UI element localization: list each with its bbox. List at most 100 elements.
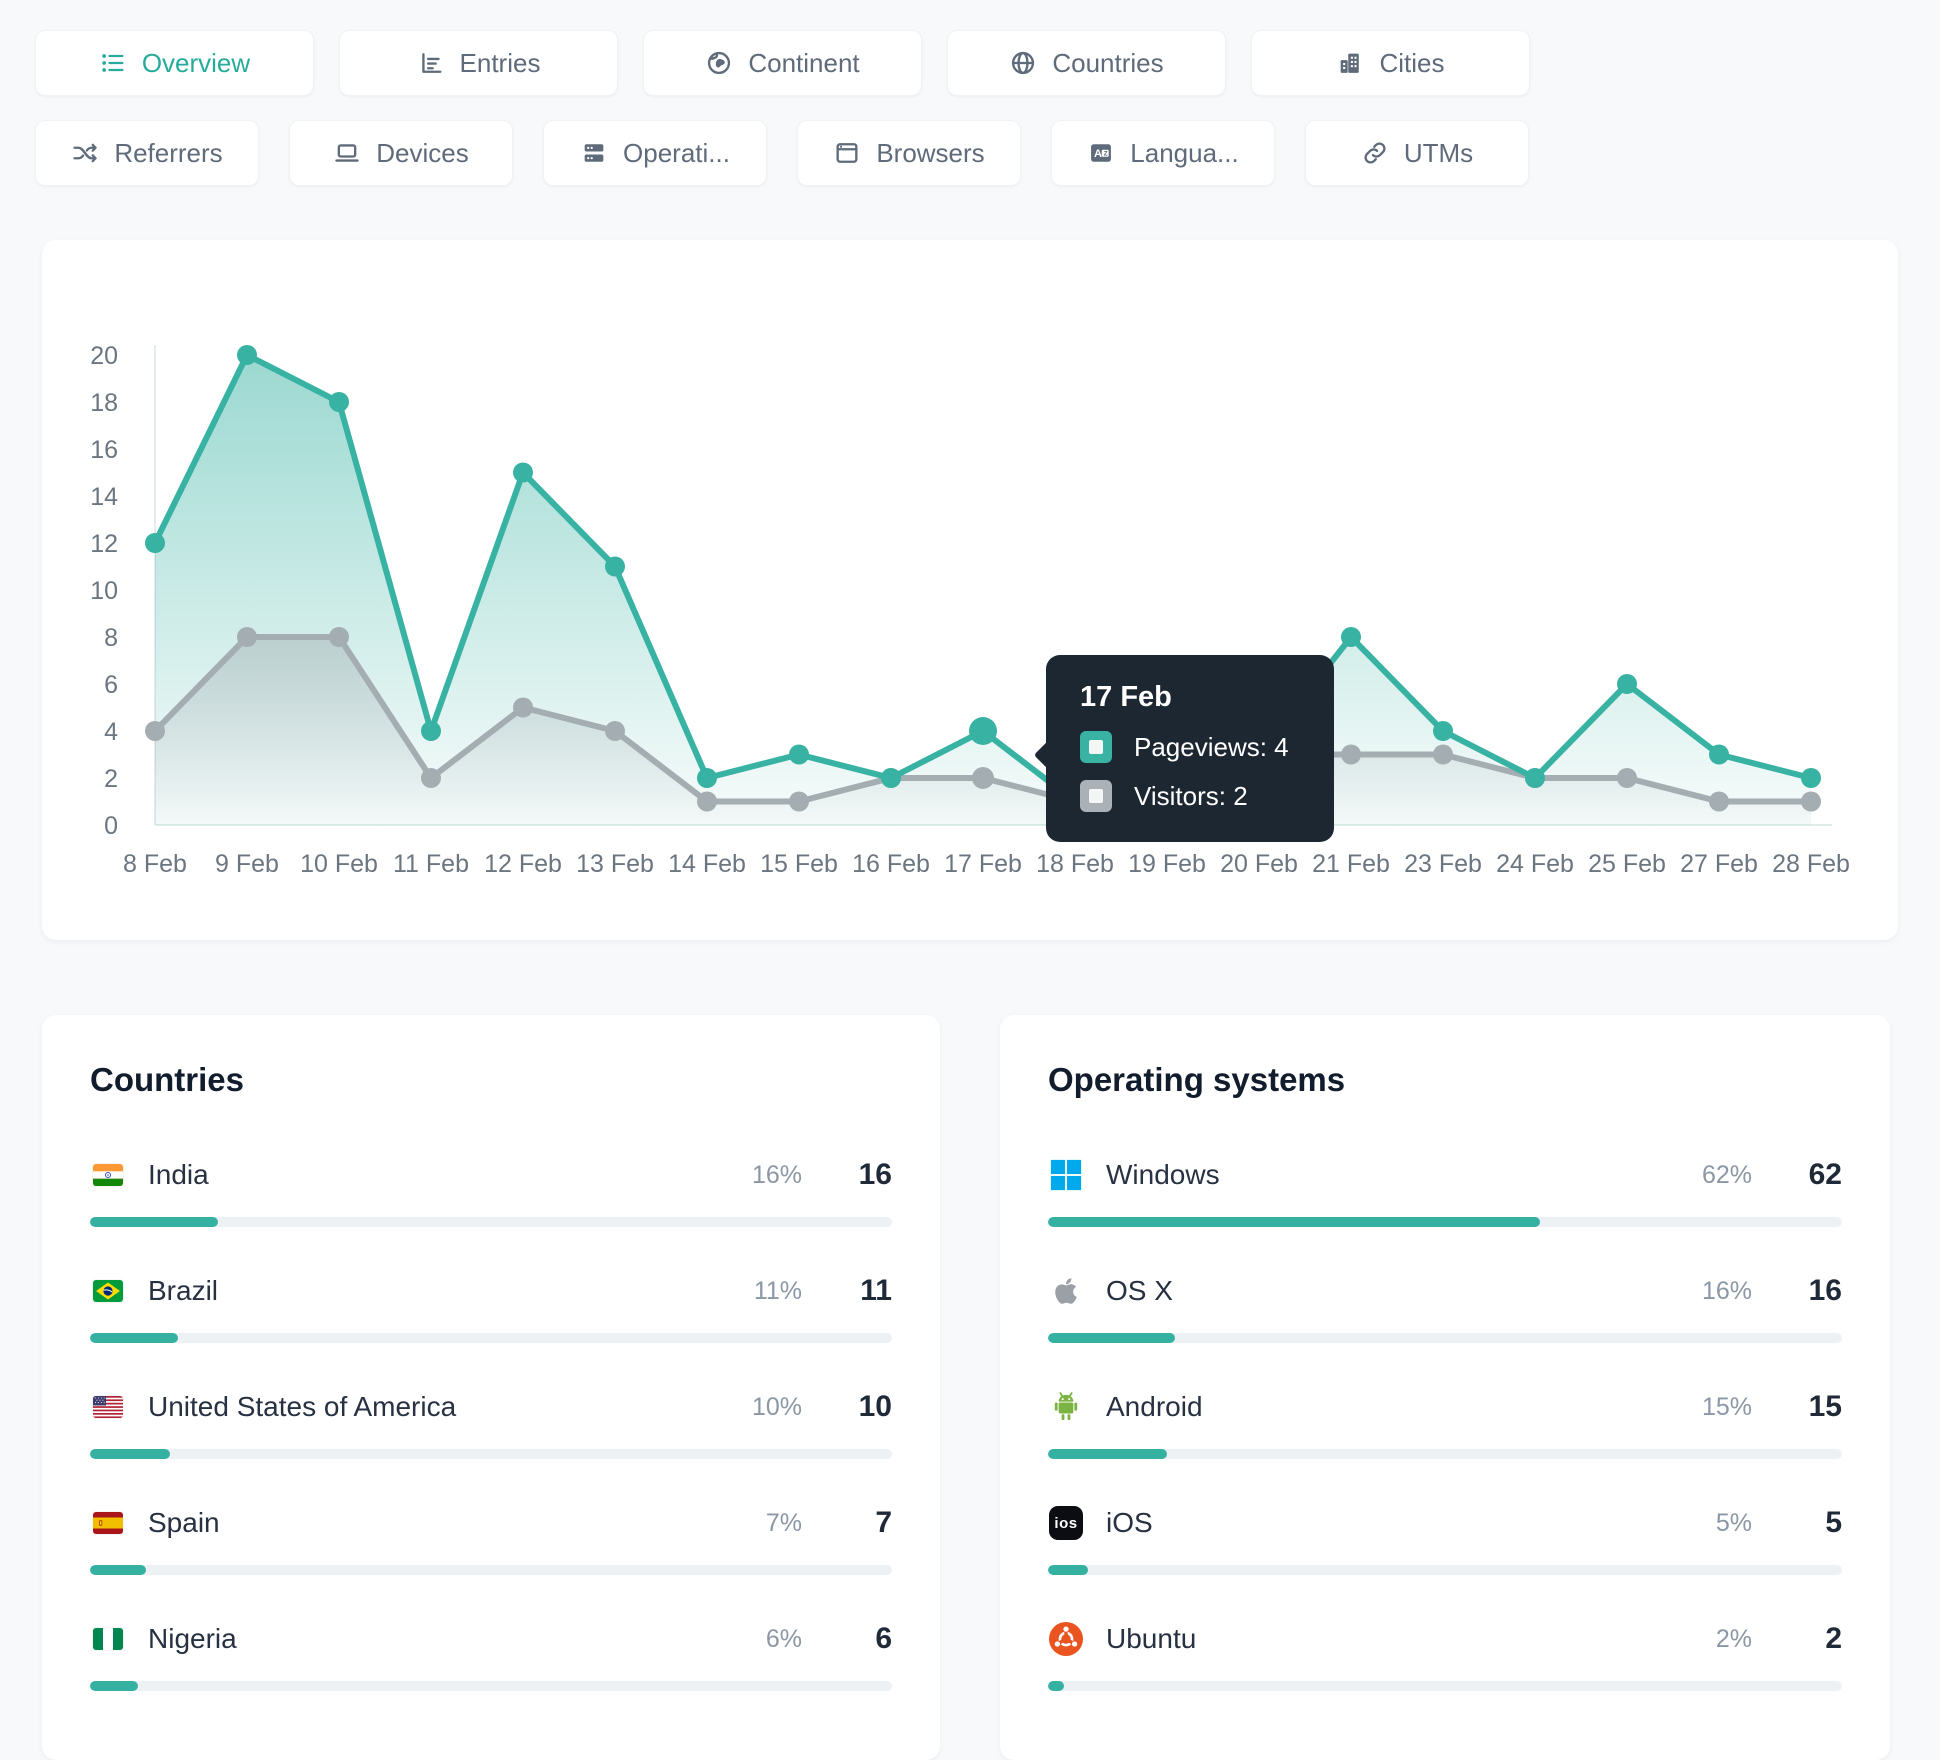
earth-icon (705, 49, 733, 77)
chart-card: 0 2 4 6 8 10 12 14 16 18 20 8 Feb 9 Feb 10 Feb 11 Feb 1… (42, 240, 1898, 940)
chart-point-visitors[interactable] (237, 627, 257, 647)
country-row-nigeria[interactable]: Nigeria 6% 6 (90, 1619, 892, 1691)
os-row-os-x[interactable]: OS X 16% 16 (1048, 1271, 1842, 1343)
tab-label: Entries (459, 47, 541, 78)
country-name: Spain (148, 1507, 220, 1538)
chart-point-pageviews[interactable] (1709, 744, 1729, 765)
percent-label: 16% (1701, 1276, 1752, 1305)
svg-text:24 Feb: 24 Feb (1496, 850, 1574, 878)
tab-operati[interactable]: Operati... (543, 120, 767, 186)
percent-label: 2% (1715, 1624, 1752, 1653)
os-name: iOS (1106, 1507, 1153, 1538)
tab-utms[interactable]: UTMs (1305, 120, 1529, 186)
chart-point-pageviews[interactable] (605, 556, 625, 577)
progress-bar (1048, 1217, 1842, 1227)
progress-bar (90, 1565, 892, 1575)
chart-point-pageviews[interactable] (1801, 768, 1821, 788)
chart-point-pageviews[interactable] (1065, 791, 1085, 812)
os-row-android[interactable]: Android 15% 15 (1048, 1387, 1842, 1459)
chart-point-visitors[interactable] (513, 697, 533, 718)
chart-point-pageviews[interactable] (421, 721, 441, 741)
svg-text:14 Feb: 14 Feb (668, 850, 746, 878)
country-row-brazil[interactable]: Brazil 11% 11 (90, 1271, 892, 1343)
tab-label: Overview (141, 47, 251, 78)
tab-browsers[interactable]: Browsers (797, 120, 1021, 186)
tab-devices[interactable]: Devices (289, 120, 513, 186)
count-value: 16 (858, 1158, 892, 1191)
chart-point-visitors[interactable] (1617, 768, 1637, 788)
apple-icon (1048, 1274, 1084, 1308)
percent-label: 11% (753, 1276, 802, 1305)
tab-langua[interactable]: A Z Langua... (1051, 120, 1275, 186)
entries-icon (417, 49, 445, 77)
spain-flag-icon (90, 1512, 126, 1534)
country-name: India (148, 1159, 209, 1190)
svg-text:11 Feb: 11 Feb (393, 850, 469, 878)
chart-point-pageviews[interactable] (1617, 674, 1637, 694)
svg-text:15 Feb: 15 Feb (760, 850, 838, 878)
progress-bar (1048, 1333, 1842, 1343)
tab-countries[interactable]: Countries (947, 30, 1226, 96)
brazil-flag-icon (90, 1280, 126, 1302)
chart-point-visitors[interactable] (1433, 744, 1453, 765)
country-row-spain[interactable]: Spain 7% 7 (90, 1503, 892, 1575)
chart-point-pageviews[interactable] (697, 768, 717, 788)
svg-text:2: 2 (104, 765, 118, 793)
chart-point-visitors[interactable] (1801, 791, 1821, 812)
chart-point-visitors[interactable] (421, 768, 441, 788)
svg-text:0: 0 (104, 812, 118, 840)
tab-overview[interactable]: Overview (35, 30, 314, 96)
chart-point-pageviews[interactable] (1249, 744, 1269, 765)
svg-text:8 Feb: 8 Feb (123, 850, 187, 878)
translate-icon: AZ (1087, 139, 1115, 167)
chart-point-pageviews[interactable] (789, 744, 809, 765)
chart-point-visitors[interactable] (329, 627, 349, 647)
chart-point-pageviews[interactable] (969, 717, 997, 745)
chart-point-visitors[interactable] (1709, 791, 1729, 812)
svg-text:20 Feb: 20 Feb (1220, 850, 1298, 878)
chart-point-pageviews[interactable] (329, 392, 349, 412)
chart-point-pageviews[interactable] (237, 345, 257, 365)
country-row-united-states-of-america[interactable]: United States of America 10% 10 (90, 1387, 892, 1459)
chart-point-pageviews[interactable] (1157, 768, 1177, 788)
svg-text:9 Feb: 9 Feb (215, 850, 279, 878)
svg-text:23 Feb: 23 Feb (1404, 850, 1482, 878)
country-name: Brazil (148, 1275, 219, 1306)
os-name: Android (1106, 1391, 1203, 1422)
tab-referrers[interactable]: Referrers (35, 120, 259, 186)
svg-text:10 Feb: 10 Feb (300, 850, 378, 878)
count-value: 6 (875, 1622, 892, 1655)
chart-point-pageviews[interactable] (513, 462, 533, 483)
buildings-icon (1336, 49, 1364, 77)
os-row-ubuntu[interactable]: Ubuntu 2% 2 (1048, 1619, 1842, 1691)
country-name: Nigeria (148, 1623, 237, 1654)
chart-point-visitors[interactable] (1341, 744, 1361, 765)
chart-point-pageviews[interactable] (1525, 768, 1545, 788)
svg-text:16 Feb: 16 Feb (852, 850, 930, 878)
tab-cities[interactable]: Cities (1251, 30, 1530, 96)
chart-point-pageviews[interactable] (1341, 627, 1361, 647)
globe-icon (1009, 49, 1037, 77)
chart-point-visitors[interactable] (697, 791, 717, 812)
country-row-india[interactable]: India 16% 16 (90, 1155, 892, 1227)
progress-bar (1048, 1449, 1842, 1459)
chart-point-visitors[interactable] (972, 767, 994, 789)
os-row-windows[interactable]: Windows 62% 62 (1048, 1155, 1842, 1227)
chart-point-pageviews[interactable] (1433, 721, 1453, 741)
chart-point-visitors[interactable] (789, 791, 809, 812)
chart-point-visitors[interactable] (145, 721, 165, 741)
svg-text:20: 20 (90, 342, 118, 370)
tab-entries[interactable]: Entries (339, 30, 618, 96)
chart-point-pageviews[interactable] (145, 533, 165, 553)
link-icon (1361, 139, 1389, 167)
progress-bar (90, 1333, 892, 1343)
svg-text:25 Feb: 25 Feb (1588, 850, 1666, 878)
chart-point-visitors[interactable] (1157, 791, 1177, 812)
chart-point-visitors[interactable] (605, 721, 625, 741)
svg-text:19 Feb: 19 Feb (1128, 850, 1206, 878)
chart-point-pageviews[interactable] (881, 768, 901, 788)
tab-continent[interactable]: Continent (643, 30, 922, 96)
os-row-ios[interactable]: ios iOS 5% 5 (1048, 1503, 1842, 1575)
traffic-chart[interactable]: 0 2 4 6 8 10 12 14 16 18 20 8 Feb 9 Feb 10 Feb 11 Feb 1… (42, 240, 1898, 900)
svg-text:27 Feb: 27 Feb (1680, 850, 1758, 878)
